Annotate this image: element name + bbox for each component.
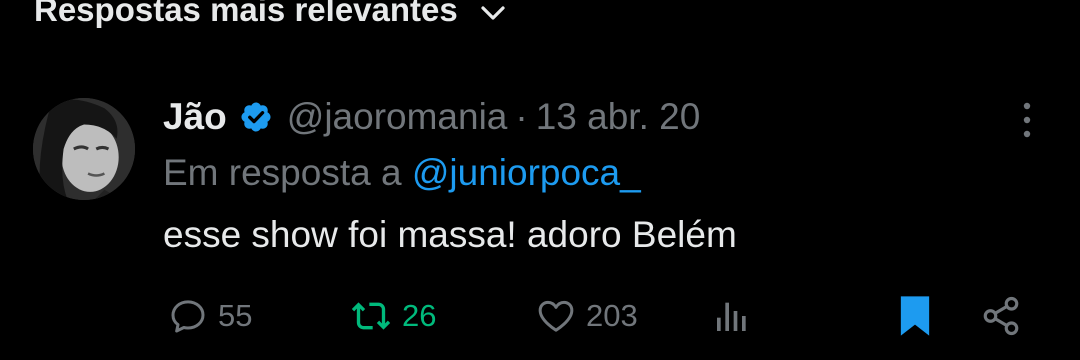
retweet-icon	[351, 302, 391, 330]
separator-dot: ·	[515, 96, 528, 137]
bookmark-button[interactable]	[896, 292, 934, 340]
retweet-button[interactable]: 26	[350, 292, 436, 340]
retweet-count: 26	[402, 298, 437, 333]
author-handle[interactable]: @jaoromania	[287, 96, 508, 138]
tweet-timestamp[interactable]: 13 abr. 20	[536, 96, 701, 138]
tweet-text: esse show foi massa! adoro Belém	[163, 214, 737, 255]
like-button[interactable]: 203	[536, 292, 638, 340]
reply-icon	[171, 300, 205, 333]
views-button[interactable]	[712, 292, 752, 340]
bookmark-icon	[900, 296, 930, 336]
more-options-button[interactable]	[1010, 96, 1044, 144]
like-count: 203	[586, 298, 638, 333]
analytics-icon	[717, 302, 746, 331]
heart-icon	[538, 300, 574, 332]
avatar[interactable]	[33, 98, 135, 200]
verified-badge-icon[interactable]	[239, 100, 273, 134]
share-button[interactable]	[980, 292, 1022, 340]
sort-dropdown[interactable]: Respostas mais relevantes	[34, 0, 508, 38]
tweet-header: Jão @jaoromania · 13 abr. 20	[163, 92, 700, 142]
share-icon	[983, 296, 1019, 336]
reply-prefix: Em resposta a	[163, 152, 402, 193]
author-name[interactable]: Jão	[163, 96, 227, 138]
reply-button[interactable]: 55	[168, 292, 252, 340]
reply-context: Em resposta a @juniorpoca_	[163, 152, 641, 194]
reply-count: 55	[218, 298, 253, 333]
more-vertical-icon	[1023, 102, 1031, 138]
reply-to-mention[interactable]: @juniorpoca_	[412, 152, 641, 193]
chevron-down-icon	[481, 6, 505, 20]
sort-label: Respostas mais relevantes	[34, 0, 458, 28]
